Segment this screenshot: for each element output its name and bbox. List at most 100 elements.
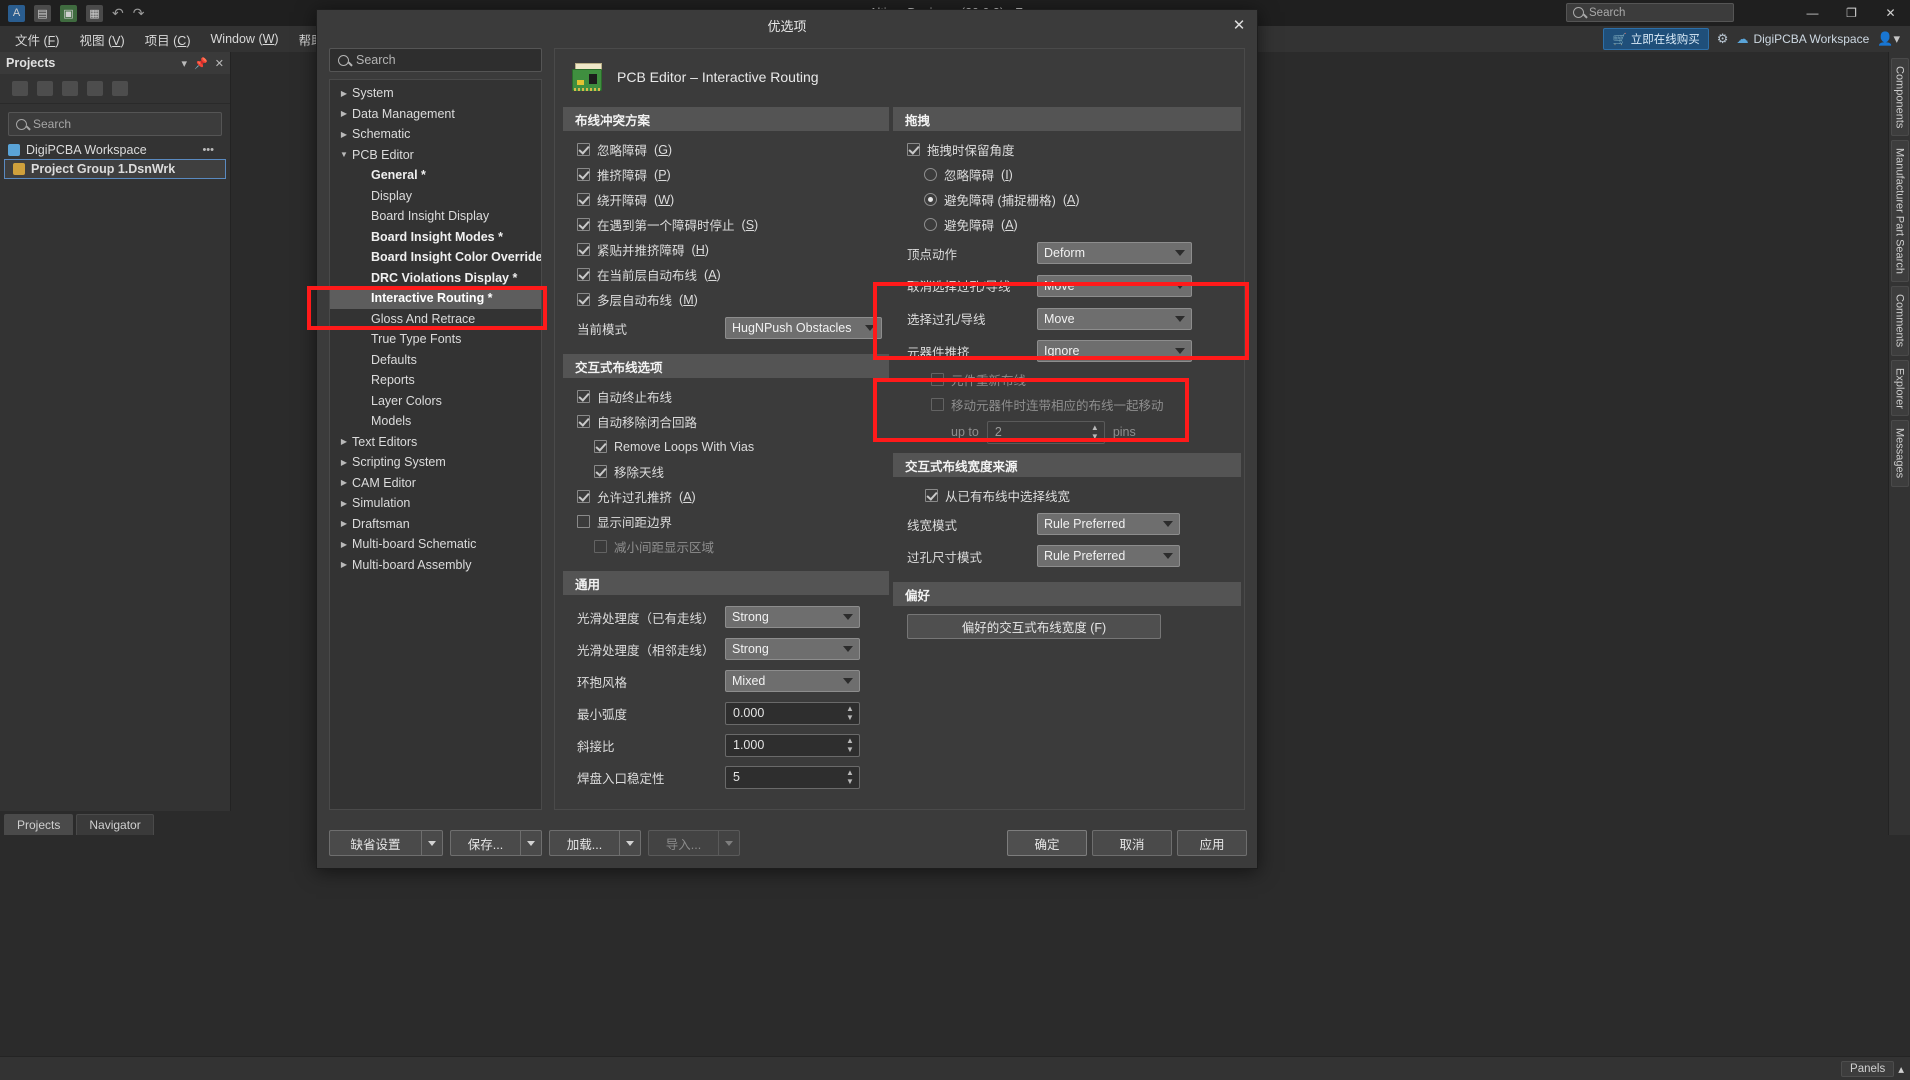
current-mode-dropdown[interactable]: HugNPush Obstacles	[725, 317, 882, 339]
radio-ignore-obstacle[interactable]: 忽略障碍 (I)	[907, 162, 1241, 187]
save-dropdown-toggle[interactable]	[520, 830, 542, 856]
cancel-button[interactable]: 取消	[1092, 830, 1172, 856]
dock-tab-manufacturer-part-search[interactable]: Manufacturer Part Search	[1890, 140, 1909, 283]
tree-item-interactive-routing[interactable]: Interactive Routing *	[330, 288, 541, 309]
dock-tab-comments[interactable]: Comments	[1890, 286, 1909, 356]
checkbox-icon[interactable]	[577, 193, 590, 206]
tree-item-models[interactable]: Models	[330, 411, 541, 432]
checkbox-icon[interactable]	[925, 489, 938, 502]
unselect-via-track-dropdown[interactable]: Move	[1037, 274, 1192, 297]
tree-item-scripting-system[interactable]: ▶ Scripting System	[330, 452, 541, 473]
checkbox-walkaround-obstacle[interactable]: 绕开障碍 (W)	[577, 187, 889, 212]
checkbox-icon[interactable]	[577, 515, 590, 528]
defaults-dropdown-toggle[interactable]	[421, 830, 443, 856]
preferences-search-input[interactable]: Search	[329, 48, 542, 72]
checkbox-icon[interactable]	[594, 465, 607, 478]
favorite-interactive-routing-widths-button[interactable]: 偏好的交互式布线宽度 (F)	[907, 614, 1161, 639]
checkbox-icon[interactable]	[577, 293, 590, 306]
tree-item-defaults[interactable]: Defaults	[330, 350, 541, 371]
tree-item-gloss-and-retrace[interactable]: Gloss And Retrace	[330, 309, 541, 330]
hug-style-dropdown[interactable]: Mixed	[725, 670, 860, 692]
chevron-down-icon[interactable]: ▼	[336, 150, 352, 159]
tree-item-pcb-editor[interactable]: ▼ PCB Editor	[330, 145, 541, 166]
checkbox-icon[interactable]	[577, 415, 590, 428]
chevron-right-icon[interactable]: ▶	[336, 540, 352, 549]
stepper-arrows-icon[interactable]: ▲ ▼	[843, 737, 857, 754]
maximize-button[interactable]: ❐	[1832, 0, 1871, 26]
undo-icon[interactable]: ↶	[112, 5, 124, 22]
tab-navigator[interactable]: Navigator	[76, 814, 154, 835]
menu-window[interactable]: Window (W)	[202, 29, 288, 49]
min-arc-stepper[interactable]: 0.000 ▲ ▼	[725, 701, 860, 725]
projects-tool-refresh-icon[interactable]	[87, 81, 103, 96]
tree-item-true-type-fonts[interactable]: True Type Fonts	[330, 329, 541, 350]
via-size-mode-dropdown[interactable]: Rule Preferred	[1037, 545, 1180, 567]
checkbox-icon[interactable]	[577, 243, 590, 256]
tab-projects[interactable]: Projects	[4, 814, 74, 835]
checkbox-allow-via-pushing[interactable]: 允许过孔推挤 (A)	[577, 484, 889, 509]
checkbox-icon[interactable]	[577, 390, 590, 403]
more-options-icon[interactable]: •••	[202, 144, 222, 156]
select-via-track-dropdown[interactable]: Move	[1037, 307, 1192, 330]
tree-item-multi-board-assembly[interactable]: ▶ Multi-board Assembly	[330, 555, 541, 576]
apply-button[interactable]: 应用	[1177, 830, 1247, 856]
user-account-icon[interactable]: 👤▾	[1877, 31, 1900, 47]
checkbox-icon[interactable]	[577, 490, 590, 503]
tree-item-draftsman[interactable]: ▶ Draftsman	[330, 514, 541, 535]
radio-icon[interactable]	[924, 168, 937, 181]
defaults-button[interactable]: 缺省设置	[329, 830, 421, 856]
radio-avoid-obstacle[interactable]: 避免障碍 (A)	[907, 212, 1241, 237]
menu-project[interactable]: 项目 (C)	[136, 27, 200, 52]
dock-tab-messages[interactable]: Messages	[1890, 420, 1909, 487]
panel-pin-icon[interactable]: 📌	[194, 57, 208, 70]
checkbox-remove-antennas[interactable]: 移除天线	[577, 459, 889, 484]
chevron-right-icon[interactable]: ▶	[336, 130, 352, 139]
tree-item-reports[interactable]: Reports	[330, 370, 541, 391]
load-dropdown-toggle[interactable]	[619, 830, 641, 856]
smoothing-existing-dropdown[interactable]: Strong	[725, 606, 860, 628]
chevron-right-icon[interactable]: ▶	[336, 89, 352, 98]
chevron-right-icon[interactable]: ▶	[336, 560, 352, 569]
projects-tool-settings-icon[interactable]	[112, 81, 128, 96]
smoothing-adjacent-dropdown[interactable]: Strong	[725, 638, 860, 660]
projects-search-input[interactable]: Search	[8, 112, 222, 136]
checkbox-ignore-obstacle[interactable]: 忽略障碍 (G)	[577, 137, 889, 162]
checkbox-icon[interactable]	[577, 168, 590, 181]
panels-button[interactable]: Panels	[1841, 1060, 1895, 1077]
buy-online-button[interactable]: 🛒 立即在线购买	[1603, 28, 1709, 50]
checkbox-icon[interactable]	[577, 218, 590, 231]
checkbox-autoroute-current-layer[interactable]: 在当前层自动布线 (A)	[577, 262, 889, 287]
tree-item-schematic[interactable]: ▶ Schematic	[330, 124, 541, 145]
chevron-right-icon[interactable]: ▶	[336, 437, 352, 446]
chevron-right-icon[interactable]: ▶	[336, 109, 352, 118]
menu-file[interactable]: 文件 (F)	[6, 27, 68, 52]
dialog-close-button[interactable]: ✕	[1227, 14, 1251, 36]
stepper-arrows-icon[interactable]: ▲ ▼	[843, 769, 857, 786]
track-width-mode-dropdown[interactable]: Rule Preferred	[1037, 513, 1180, 535]
tree-item-board-insight-modes[interactable]: Board Insight Modes *	[330, 227, 541, 248]
chevron-right-icon[interactable]: ▶	[336, 458, 352, 467]
new-document-icon[interactable]: ▤	[34, 4, 51, 22]
checkbox-icon[interactable]	[594, 440, 607, 453]
checkbox-icon[interactable]	[577, 268, 590, 281]
checkbox-stop-at-first-obstacle[interactable]: 在遇到第一个障碍时停止 (S)	[577, 212, 889, 237]
defaults-split-button[interactable]: 缺省设置	[329, 830, 443, 856]
tree-item-display[interactable]: Display	[330, 186, 541, 207]
radio-avoid-obstacle-snap-grid[interactable]: 避免障碍 (捕捉栅格) (A)	[907, 187, 1241, 212]
radio-icon[interactable]	[924, 218, 937, 231]
tree-item-system[interactable]: ▶ System	[330, 83, 541, 104]
checkbox-multilayer-autoroute[interactable]: 多层自动布线 (M)	[577, 287, 889, 312]
load-button[interactable]: 加载...	[549, 830, 619, 856]
checkbox-auto-remove-loops[interactable]: 自动移除闭合回路	[577, 409, 889, 434]
preferences-tree[interactable]: ▶ System ▶ Data Management ▶ Schematic ▼…	[329, 79, 542, 810]
checkbox-preserve-angle-when-dragging[interactable]: 拖拽时保留角度	[907, 137, 1241, 162]
tree-item-drc-violations-display[interactable]: DRC Violations Display *	[330, 268, 541, 289]
vertex-action-dropdown[interactable]: Deform	[1037, 242, 1192, 264]
tree-item-multi-board-schematic[interactable]: ▶ Multi-board Schematic	[330, 534, 541, 555]
checkbox-auto-terminate-routing[interactable]: 自动终止布线	[577, 384, 889, 409]
close-button[interactable]: ✕	[1871, 0, 1910, 26]
global-search-input[interactable]: Search	[1566, 3, 1734, 22]
checkbox-pick-width-from-existing-routes[interactable]: 从已有布线中选择线宽	[907, 483, 1241, 508]
tree-item-data-management[interactable]: ▶ Data Management	[330, 104, 541, 125]
tree-item-cam-editor[interactable]: ▶ CAM Editor	[330, 473, 541, 494]
